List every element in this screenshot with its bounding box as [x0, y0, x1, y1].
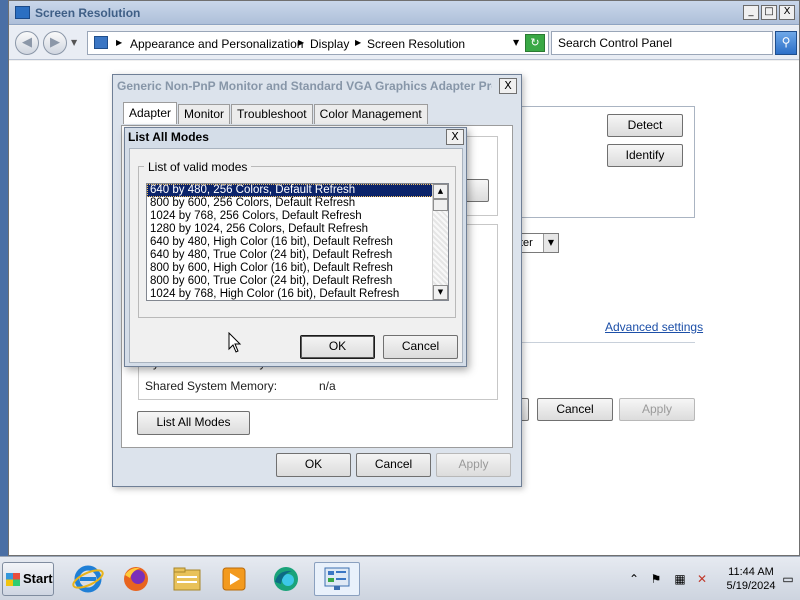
cancel-button-background[interactable]: Cancel — [537, 398, 613, 421]
chevron-down-icon[interactable]: ▼ — [543, 234, 558, 252]
media-player-icon[interactable] — [214, 562, 254, 596]
window-title: Screen Resolution — [35, 6, 141, 20]
search-icon[interactable]: ⚲ — [775, 31, 797, 55]
tab-color-management[interactable]: Color Management — [313, 104, 428, 124]
network-icon[interactable]: ▦ — [672, 571, 688, 587]
chevron-right-icon[interactable]: ▶ — [298, 38, 304, 47]
identify-button[interactable]: Identify — [607, 144, 683, 167]
mouse-cursor-icon — [228, 332, 242, 353]
file-explorer-icon[interactable] — [167, 562, 207, 596]
control-panel-icon — [94, 36, 108, 49]
minimize-button[interactable]: _ — [743, 5, 759, 20]
breadcrumb-display[interactable]: Display — [310, 37, 349, 51]
modes-ok-button[interactable]: OK — [300, 335, 375, 359]
vertical-scrollbar[interactable]: ▲ ▼ — [432, 184, 448, 300]
window-titlebar[interactable]: Screen Resolution _ □ X — [9, 1, 799, 25]
monitor-preview-area: Detect Identify — [513, 106, 695, 218]
breadcrumb-screen-resolution[interactable]: Screen Resolution — [367, 37, 465, 51]
advanced-settings-link[interactable]: Advanced settings — [605, 320, 703, 334]
clock-date: 5/19/2024 — [726, 580, 776, 592]
maximize-button[interactable]: □ — [761, 5, 777, 20]
show-desktop-icon[interactable]: ▭ — [780, 571, 796, 587]
action-center-flag-icon[interactable]: ⚑ — [648, 571, 664, 587]
taskbar: Start ⌃ ⚑ ▦ ✕ 11:44 AM 5/19/2024 ▭ — [0, 556, 800, 600]
scroll-up-icon[interactable]: ▲ — [433, 184, 448, 199]
navigation-bar: ◀ ▶ ▼ ▶ Appearance and Personalization ▶… — [9, 26, 799, 60]
start-label: Start — [23, 571, 53, 586]
search-input[interactable]: Search Control Panel — [551, 31, 773, 55]
info-value: n/a — [319, 379, 336, 393]
start-button[interactable]: Start — [2, 562, 54, 596]
properties-apply-button: Apply — [436, 453, 511, 477]
apply-button-background: Apply — [619, 398, 695, 421]
mode-list-item[interactable]: 800 by 600, High Color (16 bit), Default… — [147, 262, 448, 275]
properties-cancel-button[interactable]: Cancel — [356, 453, 431, 477]
mode-list-item[interactable]: 1024 by 768, 256 Colors, Default Refresh — [147, 210, 448, 223]
mode-list-item[interactable]: 1280 by 1024, 256 Colors, Default Refres… — [147, 223, 448, 236]
scroll-thumb[interactable] — [433, 199, 448, 211]
chevron-right-icon[interactable]: ▶ — [355, 38, 361, 47]
mode-list-item[interactable]: 640 by 480, 256 Colors, Default Refresh — [147, 184, 448, 197]
modes-listbox[interactable]: 640 by 480, 256 Colors, Default Refresh 8… — [146, 183, 449, 301]
clock-time: 11:44 AM — [728, 566, 774, 578]
refresh-icon[interactable]: ↻ — [525, 34, 545, 52]
control-panel-taskbar-icon[interactable] — [314, 562, 360, 596]
list-all-modes-title[interactable]: List All Modes — [128, 130, 209, 144]
taskbar-clock[interactable]: 11:44 AM 5/19/2024 — [718, 565, 784, 593]
close-icon[interactable]: X — [499, 78, 517, 94]
properties-dialog-title[interactable]: Generic Non-PnP Monitor and Standard VGA… — [117, 79, 492, 93]
chevron-right-icon[interactable]: ▶ — [116, 38, 122, 47]
modes-cancel-button[interactable]: Cancel — [383, 335, 458, 359]
properties-ok-button[interactable]: OK — [276, 453, 351, 477]
chevron-down-icon[interactable]: ▼ — [513, 38, 519, 47]
recent-pages-chevron-icon[interactable]: ▼ — [71, 38, 77, 47]
scroll-down-icon[interactable]: ▼ — [433, 285, 448, 300]
info-label: Shared System Memory: — [145, 379, 278, 393]
mode-list-item[interactable]: 800 by 600, True Color (24 bit), Default… — [147, 275, 448, 288]
mode-list-item[interactable]: 640 by 480, True Color (24 bit), Default… — [147, 249, 448, 262]
close-icon[interactable]: X — [446, 129, 464, 145]
mode-list-item[interactable]: 640 by 480, High Color (16 bit), Default… — [147, 236, 448, 249]
modes-list: 640 by 480, 256 Colors, Default Refresh 8… — [147, 184, 448, 300]
divider — [513, 342, 695, 343]
edge-icon[interactable] — [266, 562, 306, 596]
breadcrumb-appearance[interactable]: Appearance and Personalization — [130, 37, 303, 51]
mode-list-item[interactable]: 1024 by 768, High Color (16 bit), Defaul… — [147, 288, 448, 300]
firefox-icon[interactable] — [116, 562, 156, 596]
forward-arrow-icon[interactable]: ▶ — [43, 31, 67, 55]
back-arrow-icon[interactable]: ◀ — [15, 31, 39, 55]
show-hidden-icons-icon[interactable]: ⌃ — [626, 571, 642, 587]
windows-logo-icon — [6, 573, 20, 586]
tab-troubleshoot[interactable]: Troubleshoot — [231, 104, 313, 124]
close-button[interactable]: X — [779, 5, 795, 20]
list-all-modes-body: List of valid modes 640 by 480, 256 Colo… — [129, 148, 463, 363]
display-select[interactable]: ter ▼ — [517, 233, 559, 253]
detect-button[interactable]: Detect — [607, 114, 683, 137]
valid-modes-label: List of valid modes — [144, 160, 252, 174]
address-bar[interactable]: ▶ Appearance and Personalization ▶ Displ… — [87, 31, 549, 55]
tab-monitor[interactable]: Monitor — [178, 104, 231, 124]
display-settings-icon — [15, 6, 30, 19]
tab-adapter[interactable]: Adapter — [123, 102, 178, 124]
system-tray: ⌃ ⚑ ▦ ✕ 11:44 AM 5/19/2024 ▭ — [622, 563, 798, 595]
list-all-modes-button[interactable]: List All Modes — [137, 411, 250, 435]
internet-explorer-icon[interactable] — [68, 562, 108, 596]
mode-list-item[interactable]: 800 by 600, 256 Colors, Default Refresh — [147, 197, 448, 210]
volume-muted-icon[interactable]: ✕ — [694, 571, 710, 587]
list-all-modes-dialog: List All Modes X List of valid modes 640… — [124, 127, 467, 367]
